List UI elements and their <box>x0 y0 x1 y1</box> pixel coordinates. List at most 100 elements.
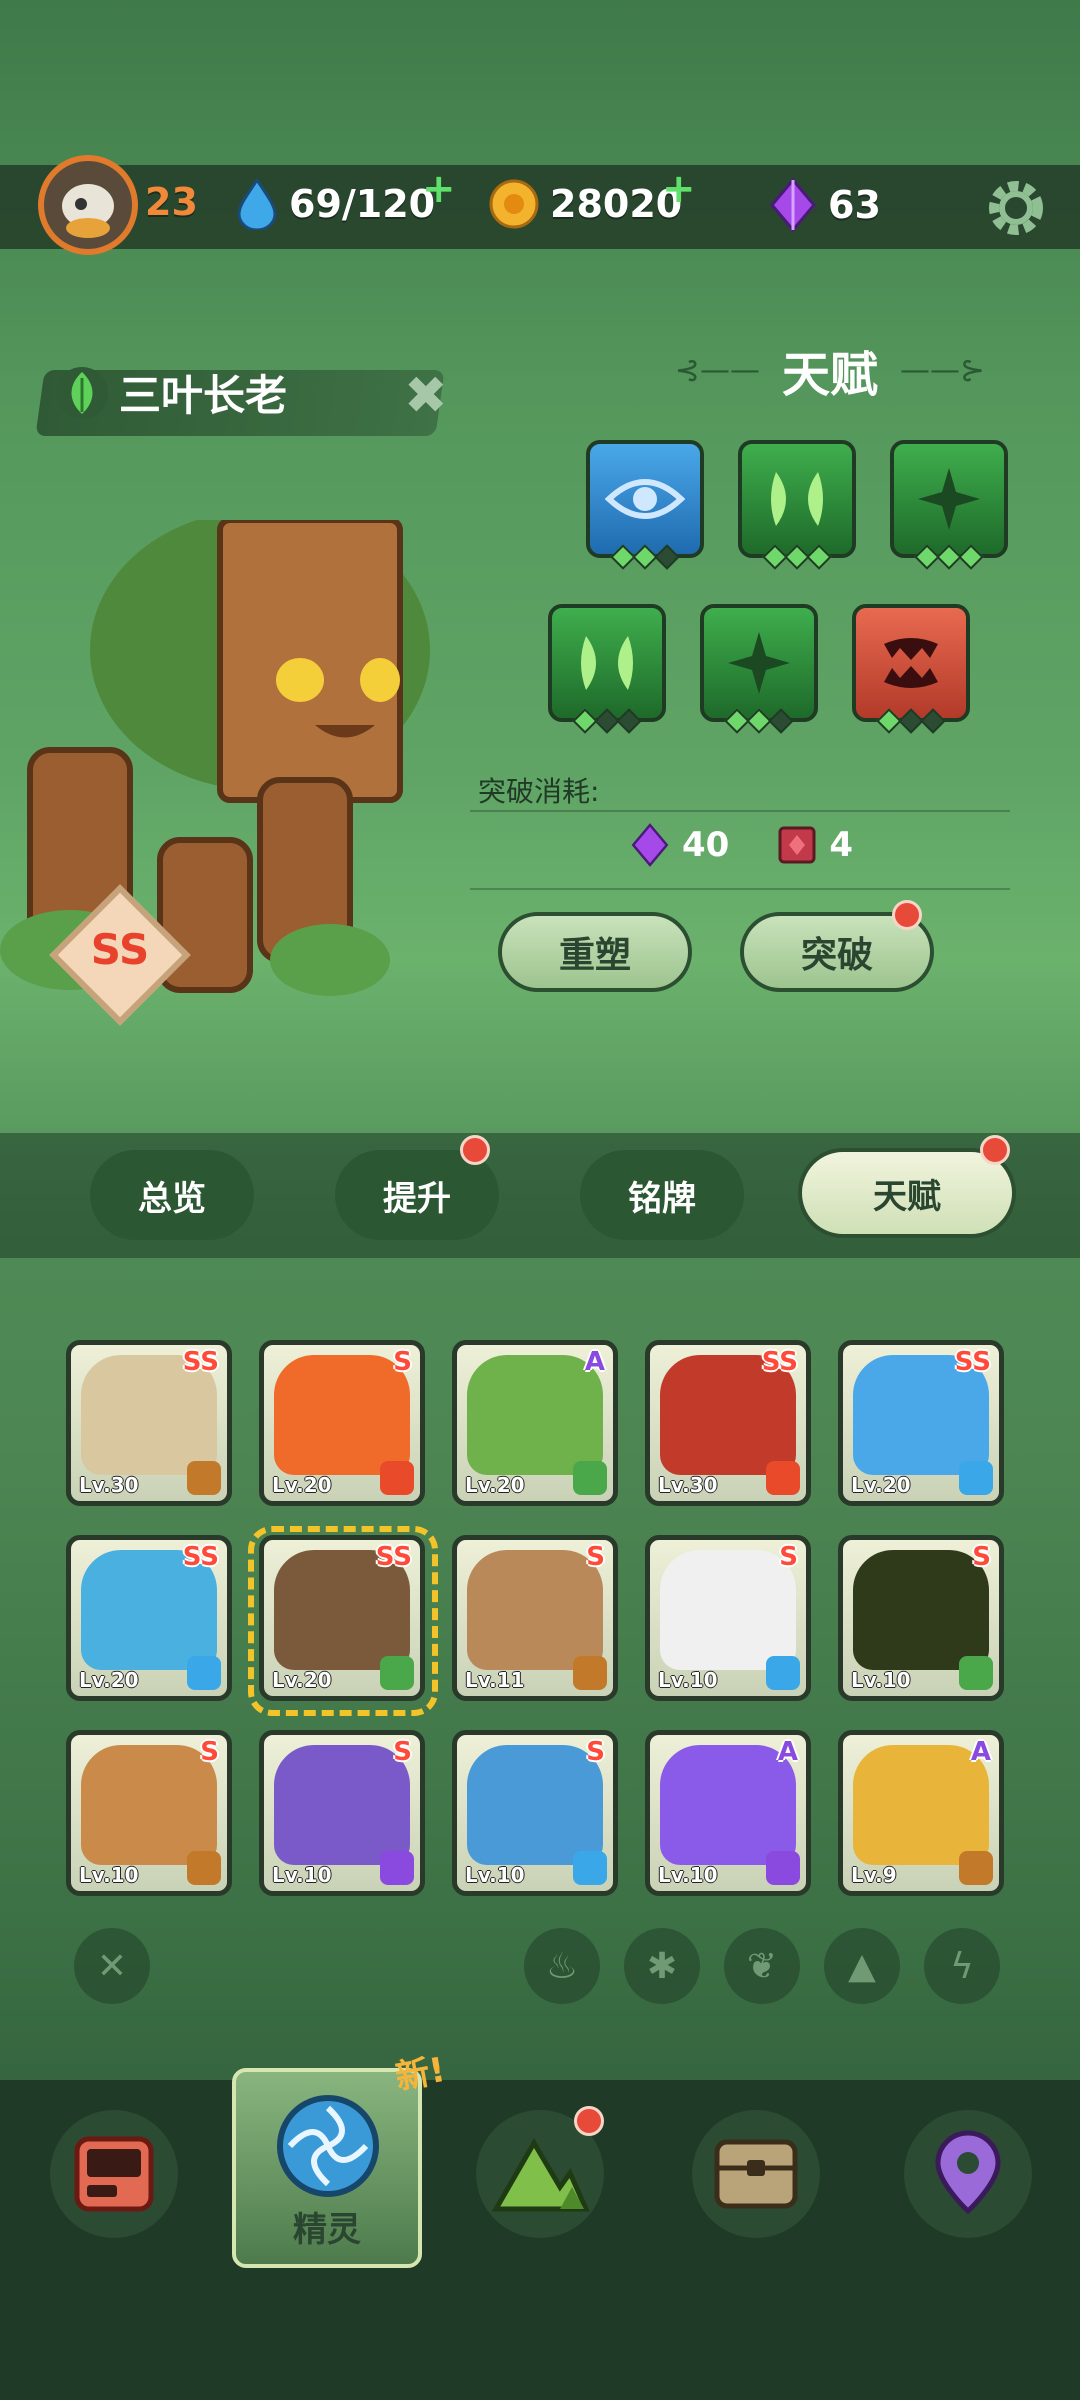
creature-portrait <box>853 1745 989 1865</box>
breakthrough-cost-label: 突破消耗: <box>478 775 600 808</box>
creature-card[interactable]: S Lv.10 <box>838 1535 1004 1701</box>
filter-electric-icon[interactable]: ϟ <box>924 1928 1000 2004</box>
notification-dot <box>892 900 922 930</box>
settings-button[interactable] <box>984 176 1048 244</box>
creature-name: 三叶长老 <box>119 371 288 420</box>
divider <box>470 888 1010 890</box>
creature-grade: S <box>779 1542 798 1572</box>
energy-display: 69/120 <box>235 178 435 230</box>
notification-dot <box>460 1135 490 1165</box>
creature-level: Lv.9 <box>851 1863 897 1887</box>
creature-card[interactable]: S Lv.11 <box>452 1535 618 1701</box>
divider <box>470 810 1010 812</box>
add-coin-button[interactable]: + <box>662 166 696 212</box>
creature-level: Lv.10 <box>658 1863 718 1887</box>
creature-card[interactable]: S Lv.10 <box>259 1730 425 1896</box>
reshape-button[interactable]: 重塑 <box>498 912 692 992</box>
creature-name-row: 三叶长老 <box>55 362 287 423</box>
creature-level: Lv.20 <box>79 1668 139 1692</box>
creature-portrait <box>853 1550 989 1670</box>
creature-card[interactable]: S Lv.10 <box>66 1730 232 1896</box>
mountain-icon <box>491 2138 590 2212</box>
notification-dot <box>980 1135 1010 1165</box>
creature-grade: S <box>393 1737 412 1767</box>
sparkle-icon <box>728 632 790 694</box>
creature-level: Lv.10 <box>465 1863 525 1887</box>
leaf-icon <box>56 366 108 419</box>
console-icon <box>74 2136 154 2212</box>
add-energy-button[interactable]: + <box>422 166 456 212</box>
creature-portrait <box>660 1745 796 1865</box>
creature-card[interactable]: SS Lv.30 <box>645 1340 811 1506</box>
nav-map-button[interactable] <box>904 2110 1032 2238</box>
filter-grass-icon[interactable]: ❦ <box>724 1928 800 2004</box>
talent-slot-6[interactable] <box>852 604 970 734</box>
gear-icon <box>989 181 1043 235</box>
coin-icon <box>489 179 539 229</box>
close-icon[interactable]: ✖ <box>404 366 448 426</box>
element-icon <box>380 1851 414 1885</box>
creature-card[interactable]: S Lv.10 <box>645 1535 811 1701</box>
creature-grade: S <box>200 1737 219 1767</box>
tab-talent[interactable]: 天赋 <box>798 1148 1016 1238</box>
element-icon <box>573 1851 607 1885</box>
talent-slot-1[interactable] <box>586 440 704 570</box>
filter-ice-icon[interactable]: ✱ <box>624 1928 700 2004</box>
player-level: 23 <box>145 180 198 224</box>
creature-grade: S <box>393 1347 412 1377</box>
talent-slot-5[interactable] <box>700 604 818 734</box>
tab-overview[interactable]: 总览 <box>90 1150 254 1240</box>
tab-nameplate[interactable]: 铭牌 <box>580 1150 744 1240</box>
talent-slot-2[interactable] <box>738 440 856 570</box>
filter-clear-icon[interactable]: ✕ <box>74 1928 150 2004</box>
filter-fire-icon[interactable]: ♨ <box>524 1928 600 2004</box>
creature-grade: A <box>777 1737 798 1767</box>
creature-level: Lv.20 <box>272 1473 332 1497</box>
creature-portrait <box>660 1550 796 1670</box>
creature-portrait <box>467 1550 603 1670</box>
creature-portrait <box>274 1745 410 1865</box>
creature-card[interactable]: A Lv.20 <box>452 1340 618 1506</box>
ornament-left-icon: ⊰—— <box>674 352 760 388</box>
gem-icon <box>770 178 816 232</box>
creature-level: Lv.10 <box>272 1863 332 1887</box>
creature-grid: SS Lv.30 S Lv.20 A Lv.20 SS Lv.30 SS Lv.20 SS Lv.20… <box>66 1340 1016 1910</box>
map-pin-icon <box>935 2130 1001 2215</box>
creature-grade: A <box>584 1347 605 1377</box>
creature-card[interactable]: SS Lv.20 <box>66 1535 232 1701</box>
creature-card[interactable]: S Lv.20 <box>259 1340 425 1506</box>
element-icon <box>766 1461 800 1495</box>
nav-spirit-button[interactable]: 精灵 <box>232 2068 422 2268</box>
creature-grade: S <box>586 1737 605 1767</box>
nav-storage-button[interactable] <box>692 2110 820 2238</box>
creature-level: Lv.10 <box>658 1668 718 1692</box>
creature-card[interactable]: SS Lv.20 <box>838 1340 1004 1506</box>
talent-slot-3[interactable] <box>890 440 1008 570</box>
element-icon <box>187 1461 221 1495</box>
creature-card[interactable]: S Lv.10 <box>452 1730 618 1896</box>
crescent-icon <box>581 636 633 690</box>
creature-card[interactable]: A Lv.10 <box>645 1730 811 1896</box>
nav-battle-button[interactable] <box>50 2110 178 2238</box>
spirit-label: 精灵 <box>293 2210 361 2250</box>
notification-dot <box>574 2106 604 2136</box>
element-icon <box>959 1461 993 1495</box>
element-icon <box>187 1656 221 1690</box>
creature-card[interactable]: SS Lv.30 <box>66 1340 232 1506</box>
fangs-icon <box>884 638 938 688</box>
creature-card[interactable]: A Lv.9 <box>838 1730 1004 1896</box>
element-icon <box>187 1851 221 1885</box>
new-badge: 新! <box>392 2049 449 2098</box>
filter-earth-icon[interactable]: ▲ <box>824 1928 900 2004</box>
talent-header: ⊰—— 天赋 ——⊱ <box>620 340 1040 403</box>
talent-slot-4[interactable] <box>548 604 666 734</box>
element-icon <box>766 1656 800 1690</box>
creature-level: Lv.20 <box>465 1473 525 1497</box>
crescent-icon <box>771 472 823 526</box>
coin-display: 28020 <box>488 178 682 230</box>
spirit-orb-icon <box>277 2095 379 2197</box>
player-avatar[interactable] <box>38 155 138 255</box>
creature-level: Lv.10 <box>79 1863 139 1887</box>
gem-display: 63 <box>768 178 881 232</box>
creature-portrait <box>81 1745 217 1865</box>
